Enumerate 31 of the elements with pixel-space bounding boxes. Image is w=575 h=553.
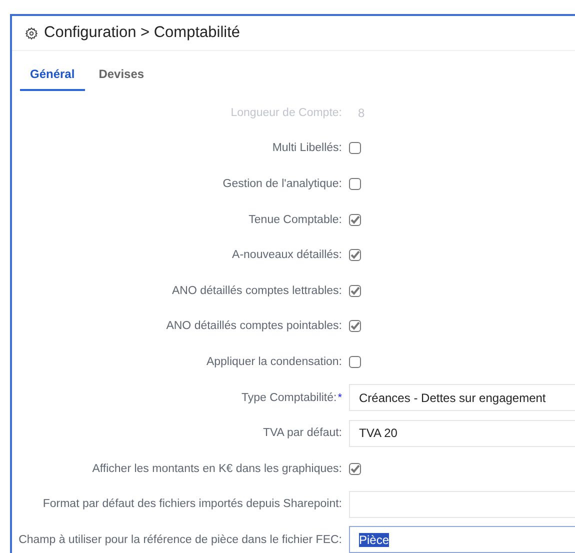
input-field[interactable] [349, 490, 575, 518]
page-title: Configuration > Comptabilité [44, 24, 240, 42]
checkbox[interactable] [349, 142, 361, 154]
required-mark: * [338, 392, 342, 404]
checkbox[interactable] [349, 214, 361, 226]
field-label: Afficher les montants en K€ dans les graphiques: [92, 462, 342, 475]
input-field[interactable]: TVA 20 [349, 420, 575, 447]
field-label: Gestion de l'analytique: [222, 178, 342, 190]
field-label: Type Comptabilité: [241, 392, 337, 404]
field-label: Champ à utiliser pour la référence de pièce dans le fichier FEC: [18, 534, 342, 546]
field-label: Appliquer la condensation: [206, 356, 342, 368]
field-label: Longueur de Compte: [230, 106, 342, 119]
field-label: Multi Libellés: [272, 142, 342, 154]
checkbox[interactable] [349, 249, 361, 262]
field-value: 8 [357, 106, 365, 120]
checkbox[interactable] [349, 284, 361, 297]
input-field[interactable]: Pièce [349, 526, 575, 553]
checkbox[interactable] [349, 462, 361, 475]
checkbox[interactable] [349, 320, 361, 332]
input-field[interactable]: Créances - Dettes sur engagement [349, 384, 575, 412]
field-label: Format par défaut des fichiers importés depuis Sharepoint: [42, 498, 342, 510]
tab[interactable]: Général [20, 61, 85, 91]
checkbox[interactable] [349, 356, 361, 368]
checkbox[interactable] [349, 178, 361, 190]
field-label: ANO détaillés comptes lettrables: [172, 284, 342, 297]
field-label: A-nouveaux détaillés: [232, 249, 342, 262]
field-label: Tenue Comptable: [248, 214, 342, 226]
settings-icon [25, 26, 38, 40]
field-label: TVA par défaut: [262, 427, 342, 440]
field-label: ANO détaillés comptes pointables: [166, 320, 342, 332]
tab[interactable]: Devises [88, 61, 154, 91]
